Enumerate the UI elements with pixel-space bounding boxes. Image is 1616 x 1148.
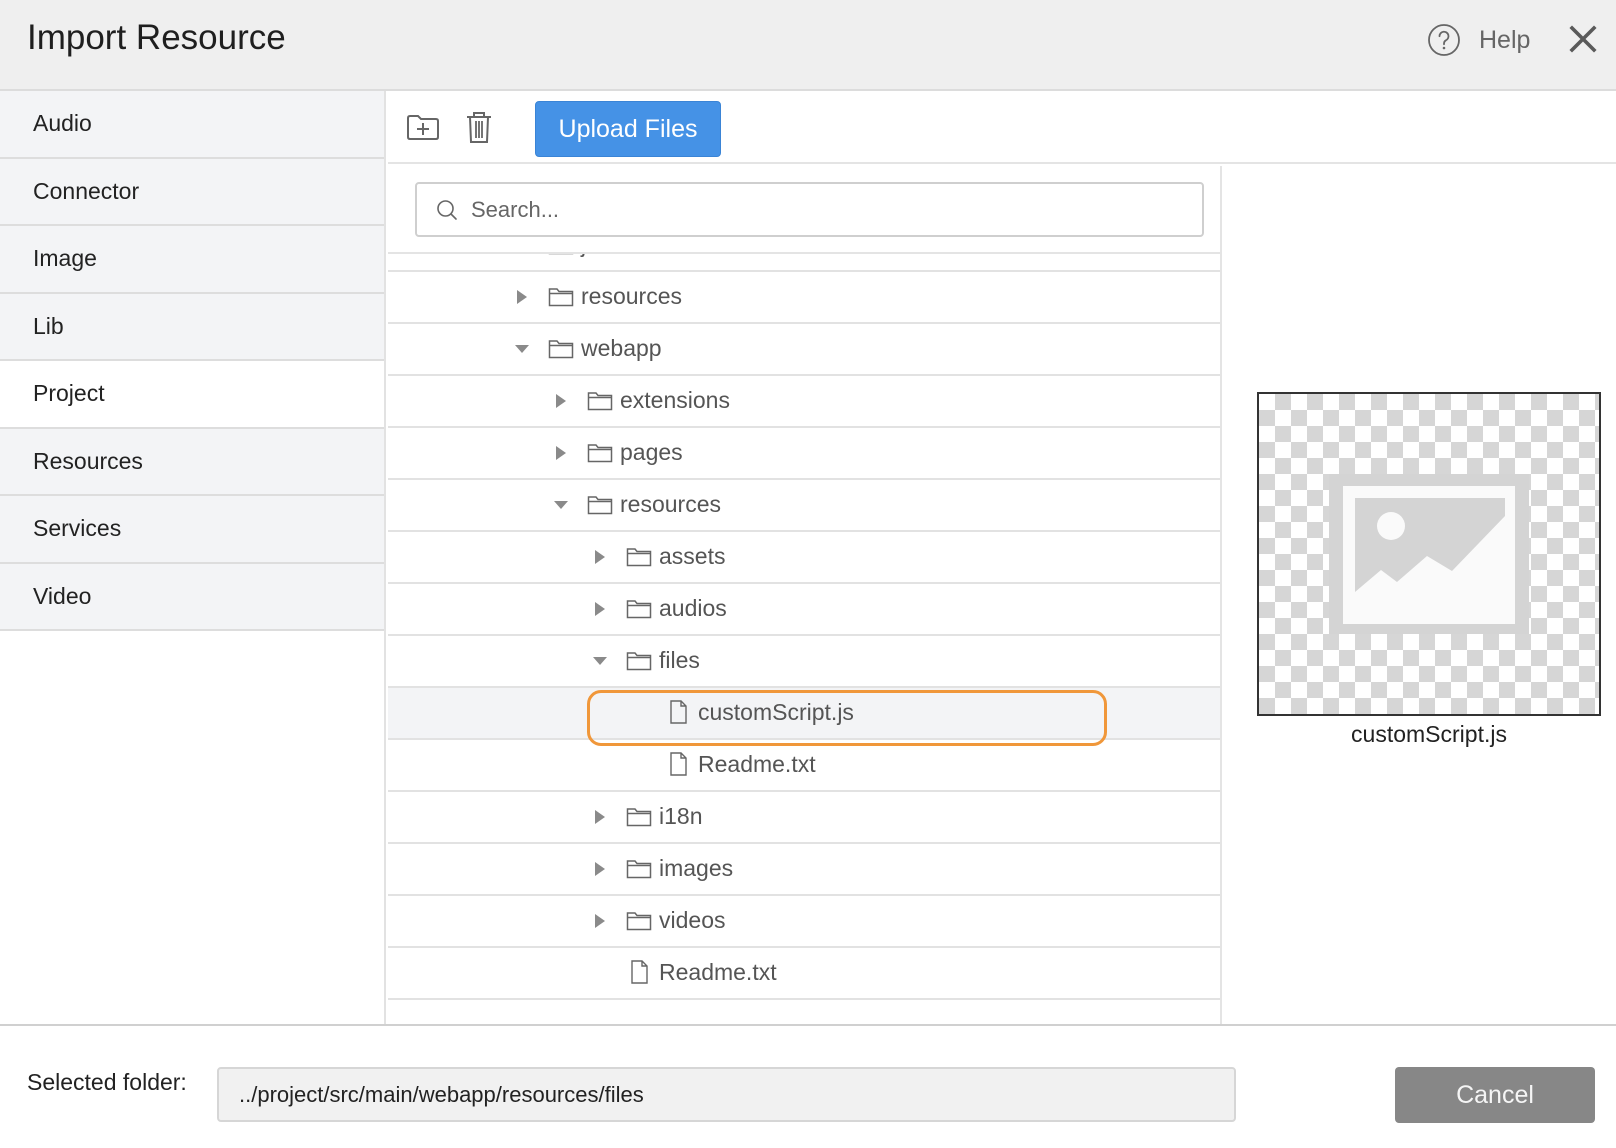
cancel-button[interactable]: Cancel	[1395, 1067, 1595, 1123]
dialog-title: Import Resource	[27, 18, 286, 57]
file-icon	[670, 752, 687, 776]
sidebar-item-project[interactable]: Project	[0, 361, 384, 429]
tree-folder-row[interactable]: webapp	[388, 324, 1220, 376]
sidebar-item-label: Resources	[33, 447, 143, 474]
file-icon	[631, 960, 648, 984]
tree-item-label: resources	[581, 283, 682, 309]
preview-filename: customScript.js	[1351, 721, 1507, 747]
sidebar-item-label: Video	[33, 582, 92, 609]
sidebar-item-services[interactable]: Services	[0, 496, 384, 564]
file-tree-panel: java resources webapp extensions pages resour…	[388, 166, 1222, 1024]
caret-right-icon[interactable]	[553, 393, 569, 409]
tree-item-label: resources	[620, 491, 721, 517]
caret-down-icon[interactable]	[514, 341, 530, 357]
folder-icon	[626, 600, 652, 619]
caret-right-icon[interactable]	[592, 809, 608, 825]
caret-right-icon[interactable]	[592, 601, 608, 617]
tree-folder-row[interactable]: resources	[388, 480, 1220, 532]
tree-item-label: i18n	[659, 803, 703, 829]
tree-item-label: videos	[659, 907, 726, 933]
sidebar-item-label: Services	[33, 515, 122, 542]
file-tree[interactable]: java resources webapp extensions pages resour…	[388, 252, 1220, 1024]
sidebar-item-lib[interactable]: Lib	[0, 293, 384, 361]
sidebar-item-image[interactable]: Image	[0, 226, 384, 294]
help-button[interactable]: Help	[1427, 23, 1530, 57]
selected-folder-field: ../project/src/main/webapp/resources/fil…	[217, 1067, 1236, 1122]
tree-folder-row[interactable]: i18n	[388, 792, 1220, 844]
folder-icon	[626, 808, 652, 827]
folder-icon	[587, 496, 613, 515]
tree-folder-row[interactable]: videos	[388, 896, 1220, 948]
tree-item-label: audios	[659, 595, 727, 621]
folder-icon	[626, 652, 652, 671]
file-toolbar: Upload Files	[388, 91, 1616, 164]
sidebar-item-connector[interactable]: Connector	[0, 158, 384, 226]
image-placeholder-icon	[1329, 474, 1529, 634]
sidebar-item-label: Image	[33, 245, 97, 272]
tree-item-label: pages	[620, 439, 683, 465]
search-box[interactable]	[415, 182, 1204, 237]
folder-icon	[548, 288, 574, 307]
folder-plus-icon[interactable]	[405, 109, 441, 145]
folder-icon	[587, 392, 613, 411]
caret-right-icon[interactable]	[514, 289, 530, 305]
caret-right-icon[interactable]	[592, 861, 608, 877]
tree-folder-row[interactable]: assets	[388, 532, 1220, 584]
category-sidebar: Audio Connector Image Lib Project Resour…	[0, 91, 386, 1024]
tree-folder-row[interactable]: audios	[388, 584, 1220, 636]
folder-icon	[548, 340, 574, 359]
caret-down-icon[interactable]	[553, 497, 569, 513]
search-input[interactable]	[471, 196, 1171, 223]
tree-item-label: assets	[659, 543, 726, 569]
folder-icon	[626, 912, 652, 931]
sidebar-item-resources[interactable]: Resources	[0, 428, 384, 496]
tree-item-label: webapp	[581, 335, 662, 361]
tree-folder-row[interactable]: images	[388, 844, 1220, 896]
trash-icon[interactable]	[461, 109, 497, 145]
tree-file-row[interactable]: customScript.js	[388, 688, 1220, 746]
caret-right-icon[interactable]	[553, 445, 569, 461]
folder-icon	[626, 548, 652, 567]
tree-folder-row[interactable]: java	[388, 252, 1220, 272]
tree-item-label: extensions	[620, 387, 730, 413]
caret-right-icon[interactable]	[514, 252, 530, 253]
tree-item-label: Readme.txt	[698, 751, 816, 777]
tree-item-label: images	[659, 855, 734, 881]
help-label: Help	[1479, 25, 1531, 54]
dialog-footer: Selected folder: ../project/src/main/web…	[0, 1024, 1616, 1148]
tree-item-label: java	[581, 254, 623, 258]
close-icon[interactable]	[1566, 22, 1600, 56]
sidebar-item-label: Connector	[33, 177, 140, 204]
caret-right-icon[interactable]	[592, 549, 608, 565]
sidebar-item-label: Audio	[33, 110, 92, 137]
caret-right-icon[interactable]	[592, 913, 608, 929]
sidebar-item-audio[interactable]: Audio	[0, 91, 384, 159]
selected-folder-label: Selected folder:	[27, 1069, 187, 1095]
file-icon	[670, 700, 687, 724]
folder-icon	[587, 444, 613, 463]
search-icon	[437, 199, 457, 220]
folder-icon	[548, 254, 574, 255]
sidebar-item-label: Project	[33, 380, 105, 407]
tree-folder-row[interactable]: resources	[388, 272, 1220, 324]
question-circle-icon	[1428, 24, 1460, 56]
tree-file-row[interactable]: Readme.txt	[388, 948, 1220, 1000]
preview-thumbnail	[1257, 392, 1601, 716]
file-preview-panel: customScript.js	[1222, 166, 1616, 1024]
tree-item-label: Readme.txt	[659, 959, 777, 985]
tree-item-label: customScript.js	[698, 699, 854, 725]
sidebar-item-video[interactable]: Video	[0, 563, 384, 631]
dialog-header: Import Resource Help	[0, 0, 1616, 91]
tree-folder-row[interactable]: files	[388, 636, 1220, 688]
sidebar-item-label: Lib	[33, 312, 64, 339]
tree-folder-row[interactable]: pages	[388, 428, 1220, 480]
caret-down-icon[interactable]	[592, 653, 608, 669]
folder-icon	[626, 860, 652, 879]
tree-item-label: files	[659, 647, 700, 673]
tree-folder-row[interactable]: extensions	[388, 376, 1220, 428]
upload-files-button[interactable]: Upload Files	[535, 101, 721, 157]
tree-file-row[interactable]: Readme.txt	[388, 740, 1220, 792]
